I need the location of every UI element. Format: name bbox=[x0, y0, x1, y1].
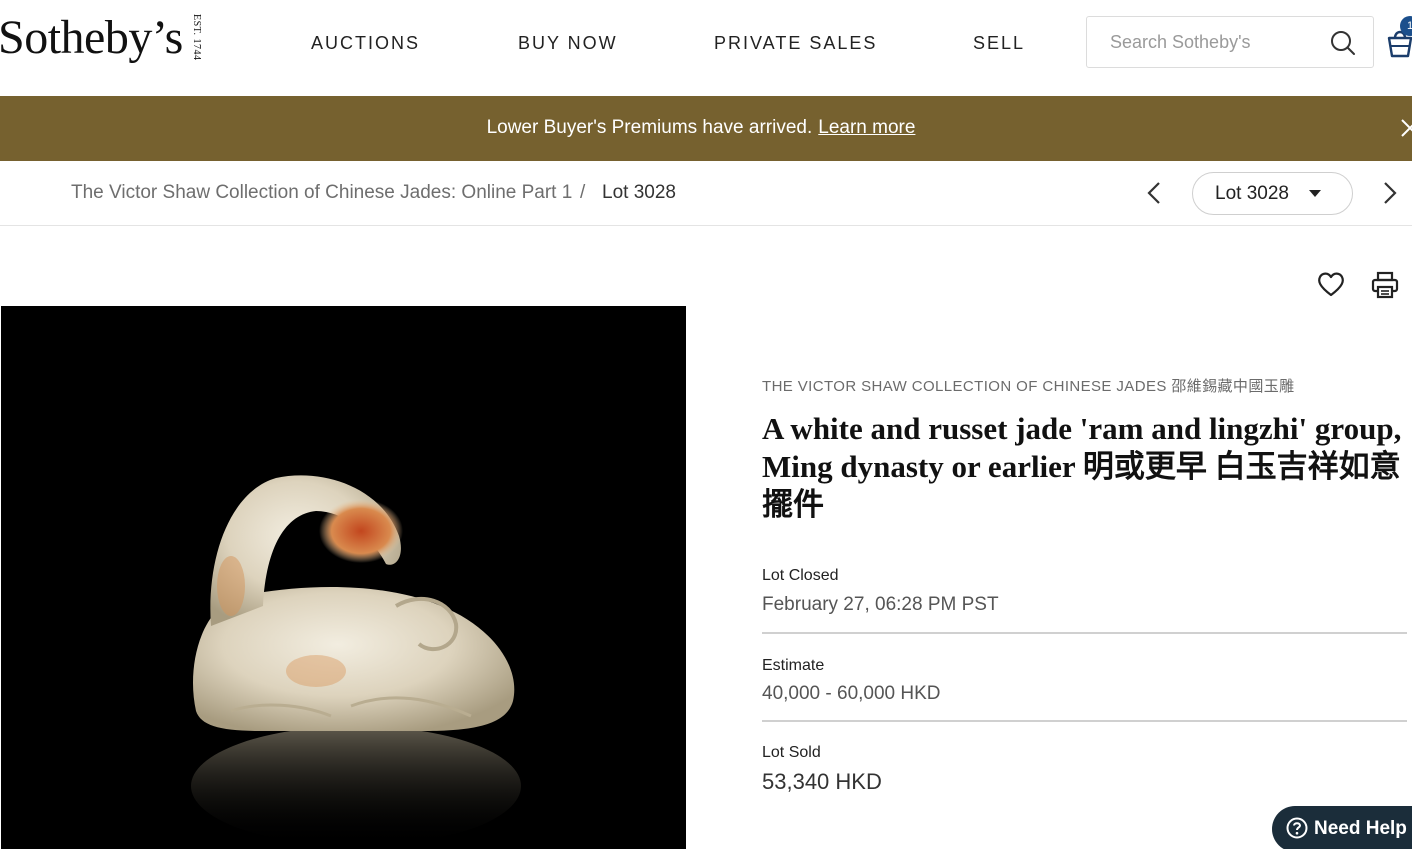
need-help-button[interactable]: Need Help bbox=[1272, 806, 1412, 849]
promo-banner: Lower Buyer's Premiums have arrived. Lear… bbox=[0, 96, 1412, 161]
banner-text: Lower Buyer's Premiums have arrived. bbox=[486, 117, 813, 138]
sold-price: 53,340 HKD bbox=[762, 769, 882, 794]
close-date: February 27, 06:28 PM PST bbox=[762, 594, 999, 615]
close-icon[interactable] bbox=[1398, 116, 1412, 140]
lot-selector[interactable]: Lot 3028 bbox=[1192, 172, 1353, 215]
caret-down-icon bbox=[1309, 190, 1321, 197]
learn-more-link[interactable]: Learn more bbox=[818, 117, 915, 138]
lot-selector-value: Lot 3028 bbox=[1215, 183, 1289, 204]
lot-image[interactable] bbox=[1, 306, 686, 849]
heart-icon[interactable] bbox=[1316, 270, 1346, 298]
status-label: Lot Closed bbox=[762, 567, 839, 584]
printer-icon[interactable] bbox=[1370, 270, 1400, 300]
breadcrumb-bar: The Victor Shaw Collection of Chinese Ja… bbox=[0, 161, 1412, 226]
breadcrumb-separator: / bbox=[580, 182, 586, 203]
logo-est-year: EST. 1744 bbox=[190, 14, 202, 61]
nav-private-sales[interactable]: PRIVATE SALES bbox=[714, 33, 877, 54]
sothebys-logo[interactable]: Sotheby’s EST. 1744 bbox=[0, 10, 211, 65]
question-icon bbox=[1286, 817, 1308, 839]
search-icon[interactable] bbox=[1329, 29, 1357, 57]
nav-buy-now[interactable]: BUY NOW bbox=[518, 33, 618, 54]
sold-label: Lot Sold bbox=[762, 744, 821, 761]
logo-wordmark: Sotheby’s bbox=[0, 11, 183, 64]
chevron-left-icon[interactable] bbox=[1142, 179, 1168, 207]
site-header: Sotheby’s EST. 1744 AUCTIONS BUY NOW PRI… bbox=[0, 0, 1412, 96]
search-input[interactable] bbox=[1087, 17, 1327, 67]
breadcrumb-current: Lot 3028 bbox=[602, 182, 676, 203]
nav-auctions[interactable]: AUCTIONS bbox=[311, 33, 420, 54]
lot-title: A white and russet jade 'ram and lingzhi… bbox=[762, 411, 1402, 522]
estimate-label: Estimate bbox=[762, 657, 825, 674]
jade-ram-photo bbox=[191, 475, 521, 846]
need-help-label: Need Help bbox=[1314, 818, 1407, 839]
divider bbox=[762, 720, 1407, 722]
breadcrumb-collection-link[interactable]: The Victor Shaw Collection of Chinese Ja… bbox=[71, 182, 572, 204]
divider bbox=[762, 632, 1407, 634]
chevron-right-icon[interactable] bbox=[1376, 179, 1402, 207]
nav-sell[interactable]: SELL bbox=[973, 33, 1025, 54]
search-box bbox=[1086, 16, 1374, 68]
estimate-value: 40,000 - 60,000 HKD bbox=[762, 683, 941, 704]
banner-message: Lower Buyer's Premiums have arrived. Lear… bbox=[0, 117, 1402, 139]
collection-name[interactable]: THE VICTOR SHAW COLLECTION OF CHINESE JA… bbox=[762, 375, 1295, 396]
